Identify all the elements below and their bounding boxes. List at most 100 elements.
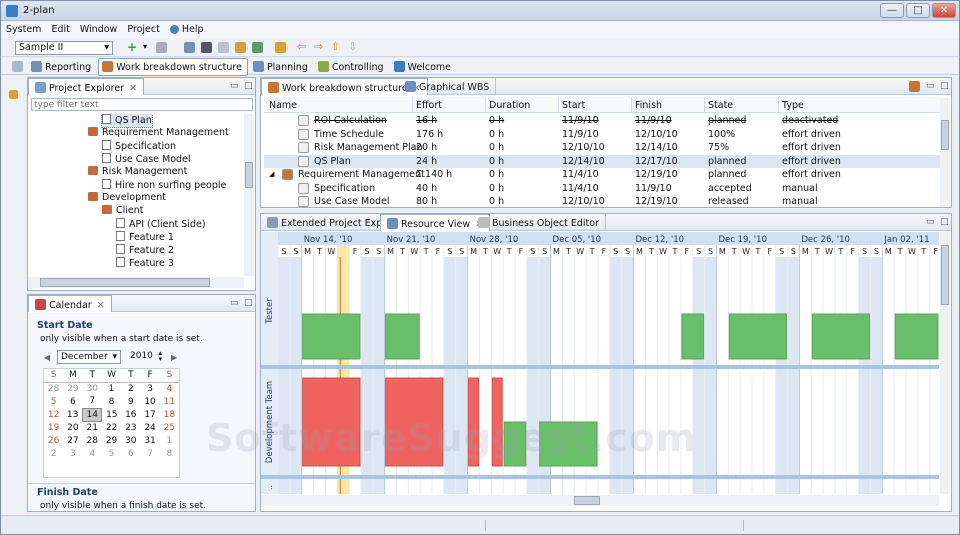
- close-icon[interactable]: ✕: [129, 83, 137, 94]
- menu-help[interactable]: Help: [165, 22, 209, 37]
- table-row[interactable]: ◢ Requirement Management Σ 140 h 0 h 11/4/10…: [264, 168, 940, 181]
- prev-month-icon[interactable]: ◀: [44, 353, 50, 362]
- user-icon[interactable]: [252, 42, 263, 53]
- availability-bar[interactable]: [811, 313, 870, 360]
- calendar-day[interactable]: 9: [121, 395, 140, 408]
- perspective-controlling[interactable]: Controlling: [315, 59, 389, 75]
- maximize-view-icon[interactable]: □: [244, 81, 253, 91]
- add-icon[interactable]: +: [127, 40, 137, 54]
- project-select[interactable]: Sample II ▾: [15, 41, 113, 55]
- expand-icon[interactable]: ◢: [269, 170, 274, 178]
- calendar-day[interactable]: 5: [102, 447, 121, 460]
- scroll-thumb[interactable]: [40, 278, 210, 287]
- calendar-day[interactable]: 3: [63, 447, 82, 460]
- scroll-thumb[interactable]: [941, 245, 949, 305]
- arrow-right-icon[interactable]: ⇨: [314, 40, 323, 53]
- availability-bar[interactable]: [385, 313, 420, 360]
- tab-calendar[interactable]: Calendar ✕: [28, 295, 112, 312]
- wbs-vertical-scrollbar[interactable]: [940, 98, 950, 207]
- calendar-day[interactable]: 6: [63, 395, 82, 408]
- tree-item[interactable]: Use Case Model: [102, 153, 191, 166]
- tree-vertical-scrollbar[interactable]: [244, 114, 254, 276]
- screen-icon[interactable]: [184, 42, 195, 53]
- calendar-day[interactable]: 7: [83, 395, 102, 408]
- calendar-day[interactable]: 30: [121, 434, 140, 447]
- tree-item[interactable]: Client: [102, 205, 144, 218]
- calendar-day[interactable]: 19: [44, 421, 63, 434]
- calendar-day[interactable]: 15: [102, 408, 121, 421]
- column-header[interactable]: Effort: [416, 100, 442, 111]
- calendar-day[interactable]: 28: [83, 434, 102, 447]
- menu-window[interactable]: Window: [75, 22, 122, 37]
- scroll-thumb[interactable]: [574, 496, 600, 505]
- close-icon[interactable]: ✕: [97, 300, 105, 311]
- calendar-day[interactable]: 16: [121, 408, 140, 421]
- maximize-view-icon[interactable]: □: [940, 217, 949, 227]
- delete-icon[interactable]: [156, 42, 167, 53]
- calendar-day[interactable]: 22: [102, 421, 121, 434]
- close-button[interactable]: ✕: [932, 3, 956, 18]
- calendar-day[interactable]: 20: [63, 421, 82, 434]
- calendar-day[interactable]: 4: [83, 447, 102, 460]
- column-header[interactable]: Finish: [635, 100, 662, 111]
- tree-item[interactable]: Development: [88, 192, 166, 205]
- pen-icon[interactable]: [218, 42, 229, 53]
- column-header[interactable]: Name: [269, 100, 297, 111]
- calendar-day[interactable]: 4: [160, 382, 179, 395]
- maximize-button[interactable]: □: [906, 3, 930, 18]
- calendar-day[interactable]: 8: [160, 447, 179, 460]
- column-header[interactable]: Type: [782, 100, 804, 111]
- calendar-day[interactable]: 11: [160, 395, 179, 408]
- tab-project-explorer[interactable]: Project Explorer ✕: [28, 78, 145, 95]
- fast-view-icon[interactable]: [9, 90, 18, 99]
- calendar-day[interactable]: 5: [44, 395, 63, 408]
- calendar-day[interactable]: 18: [160, 408, 179, 421]
- calendar-day[interactable]: 28: [44, 382, 63, 395]
- table-row[interactable]: Time Schedule 176 h 0 h 11/9/10 12/10/10 100%…: [264, 128, 940, 141]
- table-row[interactable]: Specification 40 h 0 h 11/4/10 11/9/10 accept…: [264, 182, 940, 195]
- tree-item[interactable]: API (Client Side): [116, 218, 206, 231]
- calendar-day[interactable]: 3: [140, 382, 159, 395]
- resource-horizontal-scrollbar[interactable]: [261, 495, 939, 506]
- perspective-planning[interactable]: Planning: [250, 59, 313, 75]
- tab-business-object-editor[interactable]: Business Object Editor: [472, 214, 606, 231]
- calendar-day[interactable]: 7: [140, 447, 159, 460]
- tree-item[interactable]: Feature 2: [116, 244, 174, 257]
- calendar-day[interactable]: 31: [140, 434, 159, 447]
- availability-bar[interactable]: [894, 313, 939, 360]
- calendar-day[interactable]: 30: [83, 382, 102, 395]
- arrow-left-icon[interactable]: ⇦: [297, 40, 306, 53]
- scroll-thumb[interactable]: [245, 162, 253, 188]
- capture-icon[interactable]: [201, 42, 212, 53]
- perspective-reporting[interactable]: Reporting: [28, 59, 96, 75]
- tree-item[interactable]: Risk Management: [88, 166, 187, 179]
- scroll-thumb[interactable]: [941, 120, 949, 150]
- column-header[interactable]: Duration: [489, 100, 530, 111]
- calendar-day[interactable]: 1: [102, 382, 121, 395]
- calendar-day[interactable]: 23: [121, 421, 140, 434]
- wbs-menu-icon[interactable]: [909, 81, 920, 92]
- filter-input[interactable]: [31, 98, 253, 111]
- calendar-day[interactable]: 2: [121, 382, 140, 395]
- maximize-view-icon[interactable]: □: [244, 298, 253, 308]
- arrow-down-icon[interactable]: ⇩: [348, 40, 357, 53]
- calendar-day[interactable]: 17: [140, 408, 159, 421]
- calendar-day[interactable]: 26: [44, 434, 63, 447]
- tree-item[interactable]: QS Plan: [101, 114, 153, 128]
- availability-bar[interactable]: [302, 313, 361, 360]
- maximize-view-icon[interactable]: □: [940, 81, 949, 91]
- arrow-up-icon[interactable]: ⇧: [331, 40, 340, 53]
- tab-graphical-wbs[interactable]: Graphical WBS: [399, 78, 497, 95]
- wand-icon[interactable]: [235, 42, 246, 53]
- undo-icon[interactable]: [275, 42, 286, 53]
- minimize-view-icon[interactable]: ▭: [926, 81, 935, 91]
- column-header[interactable]: State: [708, 100, 733, 111]
- menu-project[interactable]: Project: [122, 22, 165, 37]
- calendar-day[interactable]: 27: [63, 434, 82, 447]
- spinner-arrows-icon[interactable]: ▴ ▾: [158, 350, 162, 363]
- menu-system[interactable]: System: [1, 22, 46, 37]
- calendar-day[interactable]: 24: [140, 421, 159, 434]
- calendar-day[interactable]: 1: [160, 434, 179, 447]
- calendar-day[interactable]: 2: [44, 447, 63, 460]
- table-row[interactable]: QS Plan 24 h 0 h 12/14/10 12/17/10 planned eff…: [264, 154, 940, 168]
